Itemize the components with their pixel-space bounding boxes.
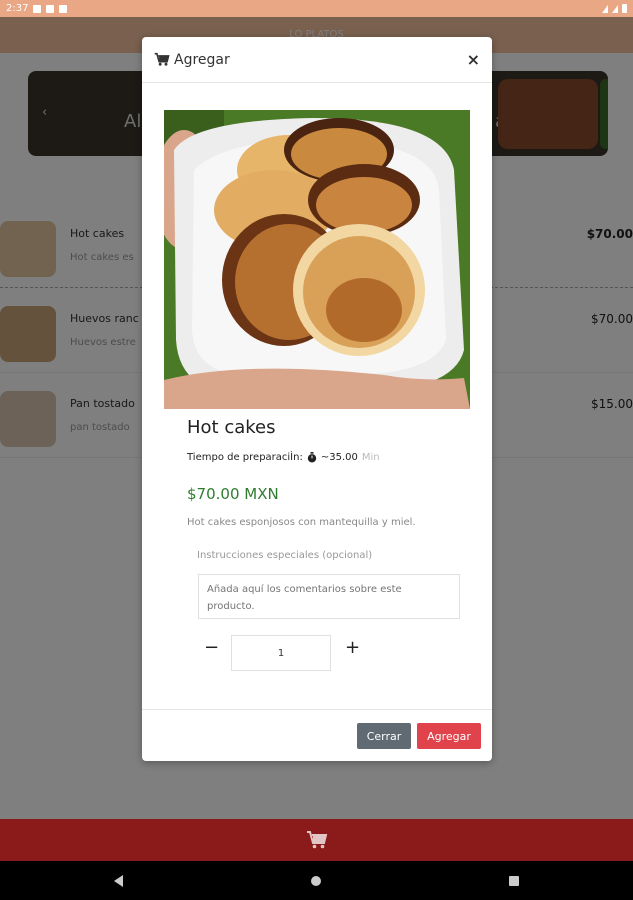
notification-icon: [46, 4, 55, 13]
increase-quantity-button[interactable]: +: [345, 637, 360, 658]
notification-icon: [59, 4, 68, 13]
cart-bar[interactable]: [0, 819, 633, 861]
modal-footer: Cerrar Agregar: [142, 709, 492, 761]
product-photo: [164, 110, 470, 409]
prep-time-value: ~35.00: [320, 452, 358, 463]
status-bar: 2:37: [0, 0, 633, 17]
battery-icon: [622, 4, 627, 13]
timer-icon: [307, 452, 317, 463]
signal-icon: [612, 4, 618, 13]
product-description: Hot cakes esponjosos con mantequilla y m…: [187, 517, 416, 528]
cart-icon: [154, 52, 170, 66]
system-nav-bar: [0, 861, 633, 900]
notification-icon: [33, 4, 42, 13]
back-icon[interactable]: [114, 874, 123, 887]
prep-time-label: Tiempo de preparaciÌn:: [187, 452, 303, 463]
modal-title: Agregar: [174, 51, 230, 68]
cart-icon[interactable]: [306, 830, 328, 850]
product-price: $70.00 MXN: [187, 485, 279, 503]
prep-time: Tiempo de preparaciÌn: ~35.00 Min: [187, 452, 380, 463]
add-button[interactable]: Agregar: [417, 723, 481, 749]
product-title: Hot cakes: [187, 417, 276, 438]
instructions-field[interactable]: [198, 574, 460, 619]
prep-time-unit: Min: [361, 452, 380, 463]
close-icon[interactable]: ×: [467, 50, 480, 69]
instructions-label: Instrucciones especiales (opcional): [197, 550, 373, 561]
status-time: 2:37: [6, 3, 29, 14]
modal-header: Agregar ×: [142, 37, 492, 83]
decrease-quantity-button[interactable]: −: [204, 637, 219, 658]
wifi-icon: [602, 4, 608, 13]
recents-icon[interactable]: [509, 875, 519, 886]
quantity-input[interactable]: [231, 635, 331, 671]
home-icon[interactable]: [311, 875, 321, 886]
add-item-modal: Agregar × Hot cakes Tiempo de preparaciÌ…: [142, 37, 492, 761]
close-button[interactable]: Cerrar: [357, 723, 411, 749]
